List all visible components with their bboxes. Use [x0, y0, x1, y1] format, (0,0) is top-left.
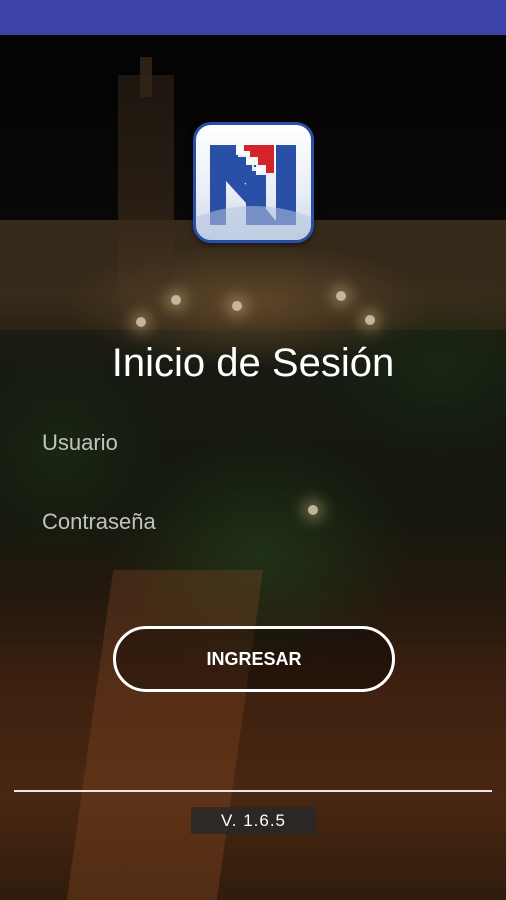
username-field[interactable] [42, 420, 492, 467]
username-input[interactable] [42, 420, 492, 466]
status-bar [0, 0, 506, 35]
footer-divider [14, 790, 492, 792]
version-label: V. 1.6.5 [191, 807, 316, 834]
password-input[interactable] [42, 499, 492, 545]
login-button[interactable]: INGRESAR [113, 626, 395, 692]
login-title: Inicio de Sesión [111, 341, 395, 385]
app-logo-n-icon [193, 122, 314, 243]
password-field[interactable] [42, 499, 492, 546]
